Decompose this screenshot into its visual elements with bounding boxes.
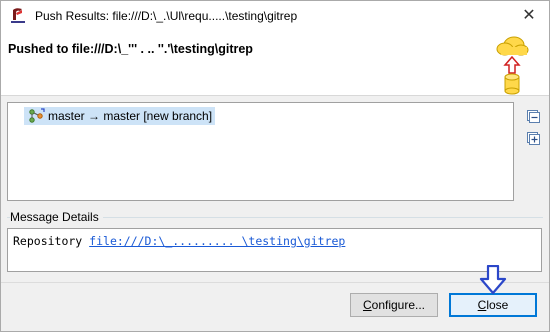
repository-link[interactable]: file:///D:\_......... \testing\gitrep bbox=[89, 234, 345, 248]
configure-label-rest: onfigure... bbox=[371, 298, 426, 312]
window-close-icon[interactable]: ✕ bbox=[509, 1, 549, 31]
configure-button[interactable]: Configure... bbox=[350, 293, 438, 317]
cloud-push-database-icon bbox=[496, 36, 529, 95]
message-details-box[interactable]: Repository file:///D:\_......... \testin… bbox=[7, 228, 542, 272]
push-results-dialog: Push Results: file:///D:\_.\Ul\requ.....… bbox=[0, 0, 550, 332]
app-logo-icon bbox=[11, 8, 25, 23]
push-results-tree[interactable]: master → master [new branch] bbox=[7, 102, 514, 201]
title-bar: Push Results: file:///D:\_.\Ul\requ.....… bbox=[1, 1, 549, 31]
branch-push-icon bbox=[29, 108, 45, 123]
bottom-separator bbox=[1, 282, 549, 283]
close-button[interactable]: Close bbox=[449, 293, 537, 317]
expand-all-icon[interactable] bbox=[527, 132, 540, 145]
result-row-label: master → master [new branch] bbox=[48, 109, 213, 123]
result-row-master[interactable]: master → master [new branch] bbox=[24, 107, 216, 125]
window-title: Push Results: file:///D:\_.\Ul\requ.....… bbox=[35, 9, 298, 23]
configure-mnemonic: C bbox=[362, 298, 372, 312]
dialog-header: Pushed to file:///D:\_''' . .. ''.'\test… bbox=[1, 31, 549, 96]
message-details-text: Repository file:///D:\_......... \testin… bbox=[13, 234, 345, 248]
close-label-rest: lose bbox=[486, 298, 509, 312]
collapse-all-icon[interactable] bbox=[527, 110, 540, 123]
down-arrow-icon bbox=[479, 265, 507, 295]
message-details-label: Message Details bbox=[10, 210, 103, 224]
header-title: Pushed to file:///D:\_''' . .. ''.'\test… bbox=[8, 42, 253, 56]
message-prefix: Repository bbox=[13, 234, 90, 248]
